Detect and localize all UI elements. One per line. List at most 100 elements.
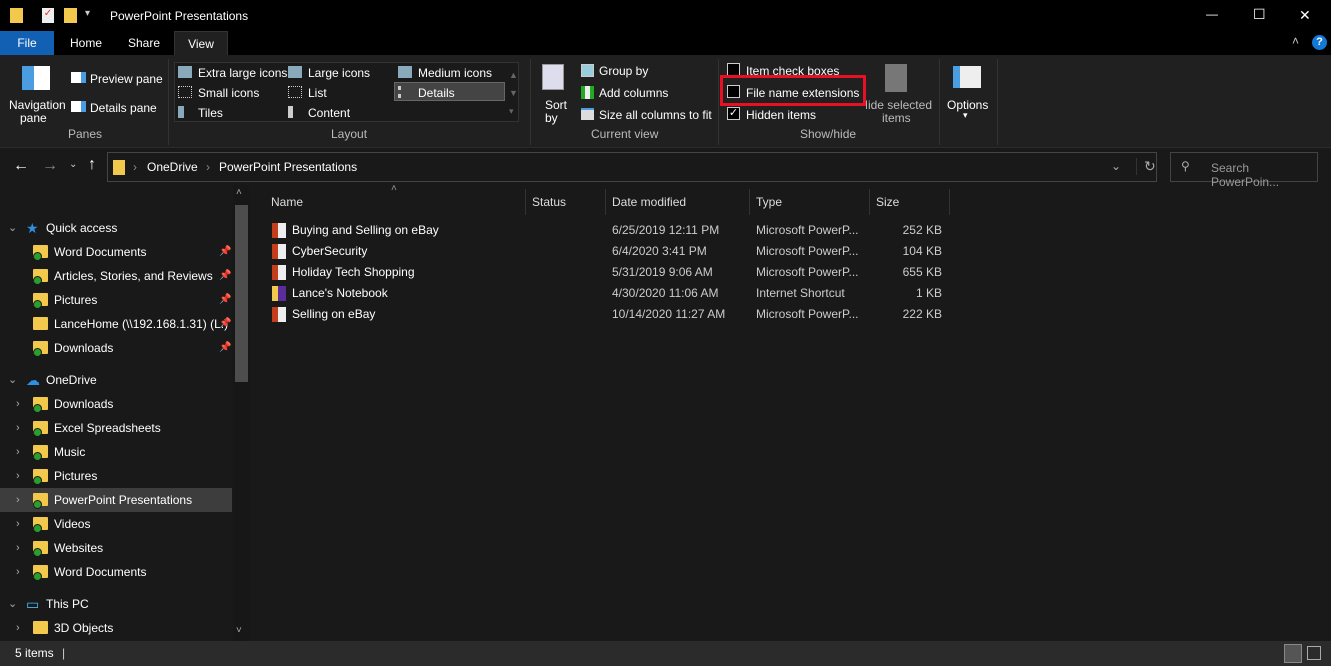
- chevron-right-icon[interactable]: ›: [16, 512, 20, 536]
- pin-icon[interactable]: 📌: [219, 264, 231, 288]
- nav-item[interactable]: Articles, Stories, and Reviews 📌: [0, 264, 232, 288]
- preview-pane-button[interactable]: Preview pane: [90, 72, 163, 86]
- nav-item[interactable]: › PowerPoint Presentations: [0, 488, 232, 512]
- chevron-down-icon[interactable]: ⌄: [8, 216, 17, 240]
- properties-icon[interactable]: ✓: [42, 8, 54, 23]
- layout-large-icons[interactable]: Large icons: [308, 66, 370, 80]
- hidden-items-label[interactable]: Hidden items: [746, 108, 816, 122]
- search-box[interactable]: ⚲ Search PowerPoin...: [1170, 152, 1318, 189]
- size-all-columns-button[interactable]: Size all columns to fit: [599, 108, 712, 122]
- nav-item[interactable]: Pictures 📌: [0, 288, 232, 312]
- collapse-ribbon-icon[interactable]: ˄: [1292, 34, 1299, 48]
- scroll-up-icon[interactable]: ˄: [236, 187, 242, 198]
- new-folder-icon[interactable]: [64, 8, 77, 23]
- nav-item[interactable]: › Downloads: [0, 392, 232, 416]
- pin-icon[interactable]: 📌: [219, 336, 231, 360]
- navigation-pane-button[interactable]: Navigation: [9, 98, 66, 112]
- layout-small-icons[interactable]: Small icons: [198, 86, 259, 100]
- details-view-button[interactable]: [1284, 644, 1302, 663]
- layout-medium-icons[interactable]: Medium icons: [418, 66, 492, 80]
- layout-extra-large-icons[interactable]: Extra large icons: [198, 66, 287, 80]
- sort-by-button-line2[interactable]: by: [545, 111, 558, 125]
- hidden-items-checkbox[interactable]: ✓: [727, 107, 740, 120]
- layout-content[interactable]: Content: [308, 106, 350, 120]
- address-bar[interactable]: › OneDrive › PowerPoint Presentations ⌄ …: [107, 152, 1157, 182]
- file-row[interactable]: Lance's Notebook 4/30/2020 11:06 AM Inte…: [253, 283, 953, 304]
- nav-item[interactable]: Word Documents 📌: [0, 240, 232, 264]
- nav-item[interactable]: › 3D Objects: [0, 616, 232, 640]
- chevron-right-icon[interactable]: ›: [16, 536, 20, 560]
- nav-item[interactable]: › Websites: [0, 536, 232, 560]
- nav-item[interactable]: LanceHome (\\192.168.1.31) (L:) 📌: [0, 312, 232, 336]
- back-button[interactable]: ←: [13, 157, 29, 175]
- maximize-button[interactable]: ☐: [1253, 6, 1266, 23]
- nav-scrollbar[interactable]: ˄ ˅: [233, 185, 250, 641]
- nav-item[interactable]: › Word Documents: [0, 560, 232, 584]
- breadcrumb-onedrive[interactable]: OneDrive: [147, 160, 198, 174]
- options-dropdown-icon[interactable]: ▾: [963, 110, 968, 121]
- up-button[interactable]: ↑: [88, 156, 96, 174]
- nav-item[interactable]: Downloads 📌: [0, 336, 232, 360]
- chevron-right-icon[interactable]: ›: [16, 392, 20, 416]
- add-columns-button[interactable]: Add columns: [599, 86, 668, 100]
- chevron-down-icon[interactable]: ⌄: [8, 592, 17, 616]
- help-icon[interactable]: ?: [1312, 35, 1327, 50]
- tab-view[interactable]: View: [174, 31, 228, 55]
- column-header-size[interactable]: Size: [876, 195, 899, 209]
- layout-details[interactable]: Details: [418, 86, 455, 100]
- chevron-right-icon[interactable]: ›: [16, 416, 20, 440]
- column-header-date[interactable]: Date modified: [612, 195, 686, 209]
- nav-item[interactable]: › Pictures: [0, 464, 232, 488]
- file-date: 5/31/2019 9:06 AM: [612, 265, 713, 279]
- nav-item[interactable]: ⌄ ▭ This PC: [0, 592, 232, 616]
- sort-by-button[interactable]: Sort: [545, 98, 567, 112]
- tab-share[interactable]: Share: [116, 31, 172, 55]
- column-header-type[interactable]: Type: [756, 195, 782, 209]
- chevron-right-icon[interactable]: ›: [16, 616, 20, 640]
- nav-item[interactable]: ⌄ ★ Quick access: [0, 216, 232, 240]
- quick-access-dropdown-icon[interactable]: ▾: [85, 8, 90, 19]
- synced-icon: [33, 252, 42, 261]
- minimize-button[interactable]: —: [1206, 7, 1218, 21]
- hide-selected-items-button[interactable]: Hide selected: [866, 98, 932, 112]
- group-by-button[interactable]: Group by: [599, 64, 648, 78]
- gallery-scroll-icon[interactable]: ▲ ▼ ▾: [509, 66, 518, 120]
- file-row[interactable]: Holiday Tech Shopping 5/31/2019 9:06 AM …: [253, 262, 953, 283]
- large-icons-view-button[interactable]: [1307, 646, 1321, 660]
- nav-scrollbar-thumb[interactable]: [235, 205, 248, 382]
- chevron-right-icon[interactable]: ›: [16, 440, 20, 464]
- tab-home[interactable]: Home: [58, 31, 114, 55]
- nav-item[interactable]: › Videos: [0, 512, 232, 536]
- nav-item[interactable]: › Music: [0, 440, 232, 464]
- nav-item[interactable]: › Excel Spreadsheets: [0, 416, 232, 440]
- layout-list[interactable]: List: [308, 86, 327, 100]
- address-row: ← → ⌄ ↑ › OneDrive › PowerPoint Presenta…: [0, 150, 1331, 189]
- tab-file[interactable]: File: [0, 31, 54, 55]
- nav-item[interactable]: ⌄ ☁ OneDrive: [0, 368, 232, 392]
- pin-icon[interactable]: 📌: [219, 288, 231, 312]
- file-size: 252 KB: [902, 223, 942, 237]
- pin-icon[interactable]: 📌: [219, 240, 231, 264]
- hide-selected-items-line2[interactable]: items: [882, 111, 911, 125]
- navigation-pane-button-line2[interactable]: pane: [20, 111, 47, 125]
- pin-icon[interactable]: 📌: [219, 312, 231, 336]
- recent-locations-icon[interactable]: ⌄: [69, 159, 77, 170]
- column-header-status[interactable]: Status: [532, 195, 566, 209]
- chevron-right-icon[interactable]: ›: [16, 560, 20, 584]
- file-row[interactable]: CyberSecurity 6/4/2020 3:41 PM Microsoft…: [253, 241, 953, 262]
- chevron-down-icon[interactable]: ⌄: [8, 368, 17, 392]
- file-row[interactable]: Selling on eBay 10/14/2020 11:27 AM Micr…: [253, 304, 953, 325]
- column-header-name[interactable]: Name: [271, 195, 303, 209]
- scroll-down-icon[interactable]: ˅: [236, 625, 242, 636]
- chevron-right-icon[interactable]: ›: [16, 488, 20, 512]
- close-button[interactable]: ✕: [1299, 7, 1311, 24]
- refresh-button[interactable]: ↻: [1136, 158, 1156, 175]
- chevron-right-icon[interactable]: ›: [16, 464, 20, 488]
- breadcrumb-current[interactable]: PowerPoint Presentations: [219, 160, 357, 174]
- file-row[interactable]: Buying and Selling on eBay 6/25/2019 12:…: [253, 220, 953, 241]
- forward-button[interactable]: →: [42, 157, 58, 175]
- nav-item-label: OneDrive: [46, 373, 97, 387]
- details-pane-button[interactable]: Details pane: [90, 101, 157, 115]
- address-dropdown-icon[interactable]: ⌄: [1111, 159, 1121, 173]
- layout-tiles[interactable]: Tiles: [198, 106, 223, 120]
